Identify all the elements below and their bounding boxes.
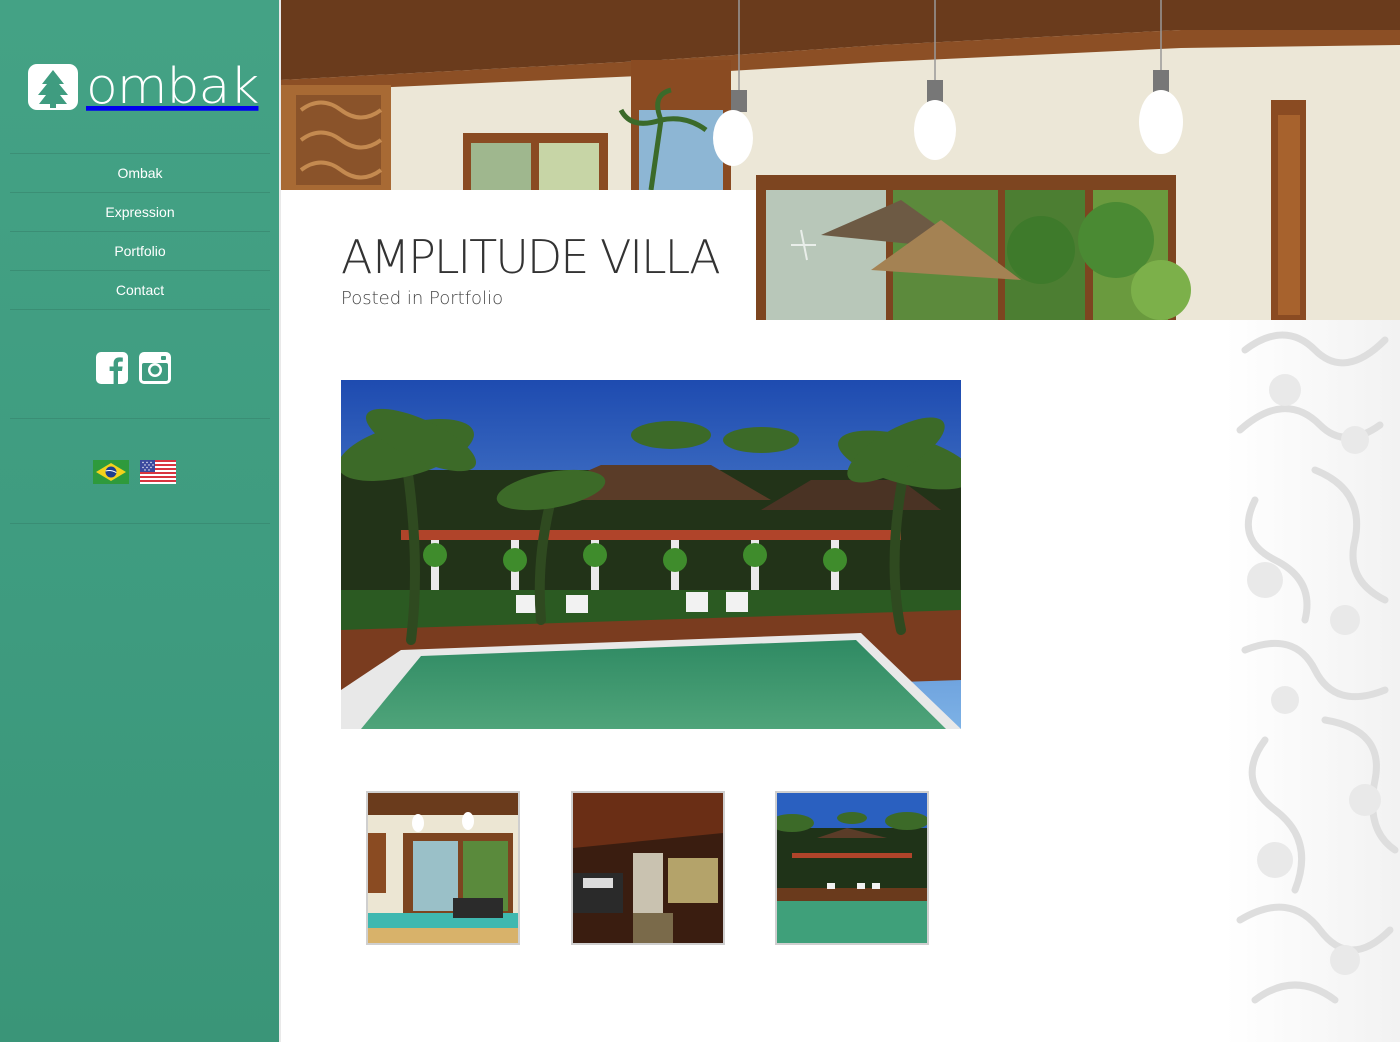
post-header: AMPLITUDE VILLA Posted in Portfolio bbox=[281, 190, 756, 320]
decorative-carving bbox=[1225, 320, 1400, 1042]
thumbnail-interior-bathroom[interactable] bbox=[571, 791, 725, 945]
brazil-flag-icon[interactable] bbox=[93, 460, 129, 484]
nav-item-expression[interactable]: Expression bbox=[10, 192, 270, 231]
thumbnail-interior-living-room[interactable] bbox=[366, 791, 520, 945]
nav-item-portfolio[interactable]: Portfolio bbox=[10, 231, 270, 270]
logo[interactable]: ombak bbox=[28, 58, 259, 116]
thumbnail-pool-garden[interactable] bbox=[775, 791, 929, 945]
post-meta: Posted in Portfolio bbox=[341, 288, 503, 309]
main-nav: Ombak Expression Portfolio Contact bbox=[10, 153, 270, 310]
instagram-icon[interactable] bbox=[139, 352, 171, 384]
divider bbox=[10, 418, 270, 419]
nav-item-ombak[interactable]: Ombak bbox=[10, 153, 270, 192]
sidebar: ombak Ombak Expression Portfolio Contact bbox=[0, 0, 281, 1042]
language-selector bbox=[93, 460, 176, 484]
social-links bbox=[96, 352, 171, 384]
nav-item-contact[interactable]: Contact bbox=[10, 270, 270, 310]
meta-prefix: Posted in bbox=[341, 288, 424, 309]
facebook-icon[interactable] bbox=[96, 352, 128, 384]
usa-flag-icon[interactable] bbox=[140, 460, 176, 484]
main-gallery-image[interactable] bbox=[338, 380, 974, 729]
category-link[interactable]: Portfolio bbox=[429, 288, 503, 309]
page-title: AMPLITUDE VILLA bbox=[341, 230, 721, 284]
tree-logo-icon bbox=[28, 64, 78, 110]
brand-name: ombak bbox=[86, 58, 259, 116]
divider bbox=[10, 523, 270, 524]
